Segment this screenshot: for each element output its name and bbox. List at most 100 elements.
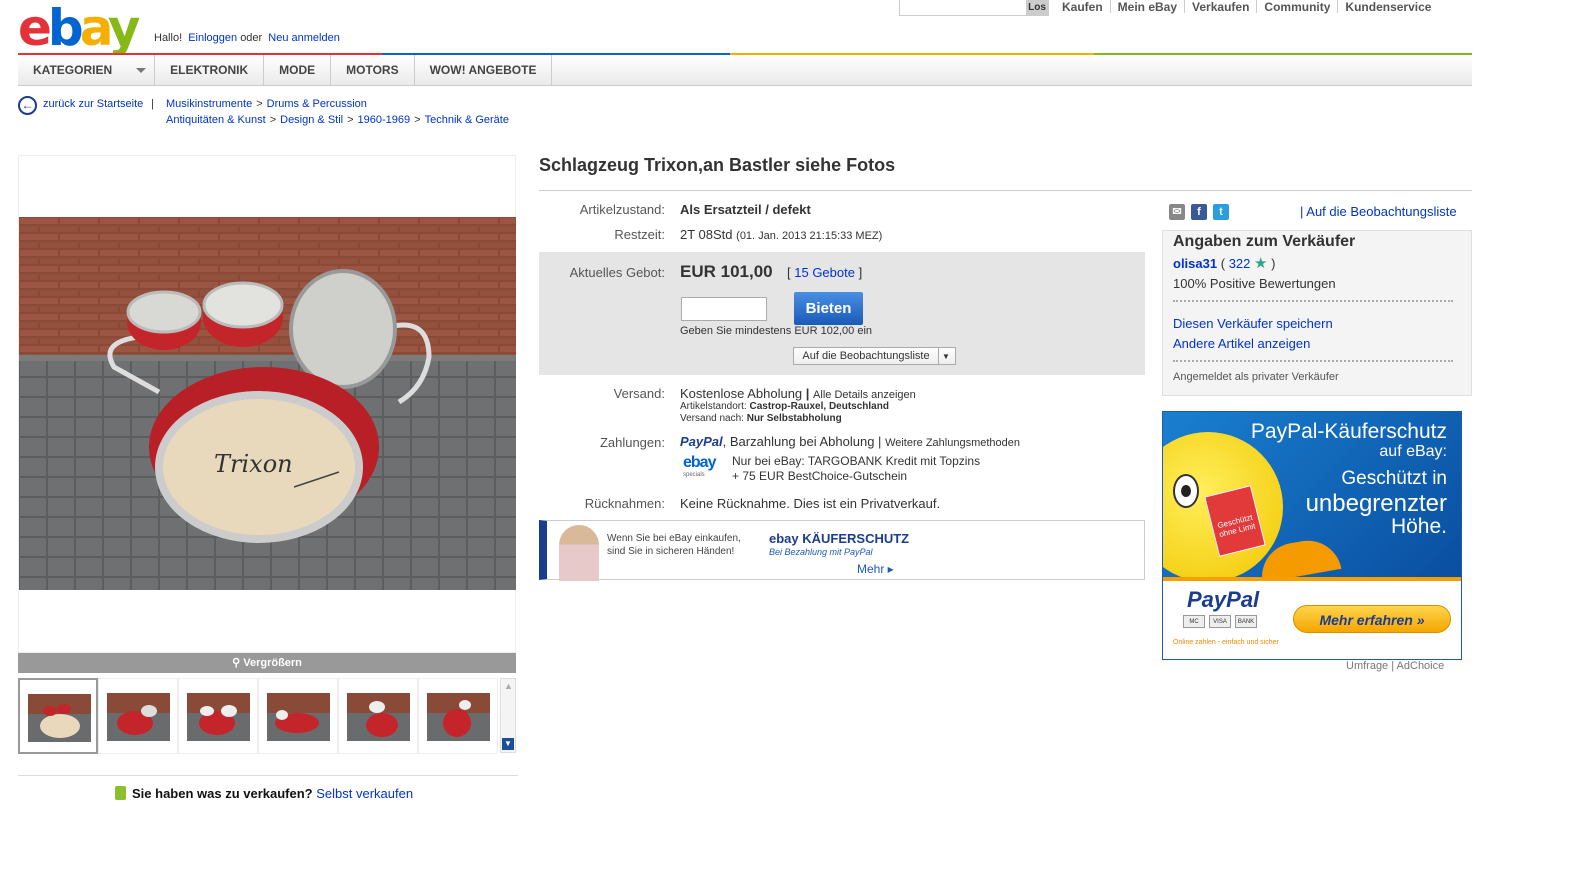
end-time: (01. Jan. 2013 21:15:33 MEZ) xyxy=(736,230,883,242)
main-product-image[interactable]: Trixon xyxy=(19,217,516,590)
watchlist-link[interactable]: | Auf die Beobachtungsliste xyxy=(1300,204,1457,219)
nav-community[interactable]: Community xyxy=(1256,0,1337,14)
payment-text: , Barzahlung bei Abholung | xyxy=(722,434,882,449)
crumb-technik[interactable]: Technik & Geräte xyxy=(425,114,509,126)
bid-count-link[interactable]: 15 Gebote xyxy=(794,265,855,280)
category-elektronik[interactable]: ELEKTRONIK xyxy=(155,55,265,85)
ebay-specials-sub: specials xyxy=(683,472,705,478)
time-left: 2T 08Std xyxy=(680,227,733,242)
nav-mein-ebay[interactable]: Mein eBay xyxy=(1109,0,1184,14)
ships-to-value: Nur Selbstabholung xyxy=(746,413,842,424)
enlarge-button[interactable]: ⚲ Vergrößern xyxy=(18,653,516,673)
thumbnail[interactable] xyxy=(18,678,98,754)
other-items-link[interactable]: Andere Artikel anzeigen xyxy=(1173,336,1310,351)
crumb-1960-1969[interactable]: 1960-1969 xyxy=(358,114,411,126)
breadcrumb-separator: | xyxy=(151,98,154,110)
bid-count: [ 15 Gebote ] xyxy=(787,265,862,280)
paypal-logo: PayPal xyxy=(680,434,723,449)
thumbnail[interactable] xyxy=(338,678,418,754)
location-value: Castrop-Rauxel, Deutschland xyxy=(749,401,889,412)
thumbnail[interactable] xyxy=(418,678,498,754)
crumb-design[interactable]: Design & Stil xyxy=(280,114,343,126)
seller-type: Angemeldet als privater Verkäufer xyxy=(1173,371,1339,383)
visa-icon: VISA xyxy=(1209,615,1231,628)
feedback-score-link[interactable]: 322 xyxy=(1229,256,1251,271)
crumb-musikinstrumente[interactable]: Musikinstrumente xyxy=(166,98,252,110)
ad-claim-2: unbegrenzter xyxy=(1305,490,1447,517)
top-nav: Kaufen Mein eBay Verkaufen Community Kun… xyxy=(1055,0,1438,16)
share-icons: ✉ f t xyxy=(1169,204,1229,220)
crumb-arrow: > xyxy=(256,98,263,110)
category-mode[interactable]: MODE xyxy=(264,55,332,85)
search-input[interactable]: Los xyxy=(899,0,1049,16)
breadcrumb: Antiquitäten & Kunst > Design & Stil >1960-… xyxy=(166,114,509,126)
mastercard-icon: MC xyxy=(1183,615,1205,628)
email-icon[interactable]: ✉ xyxy=(1169,204,1185,220)
seller-name-link[interactable]: olisa31 xyxy=(1173,256,1217,271)
greeting-text: Hallo! xyxy=(154,32,183,44)
search-button[interactable]: Los xyxy=(1026,0,1048,15)
divider xyxy=(539,190,1472,191)
ad-feedback-links[interactable]: Umfrage | AdChoice xyxy=(1346,660,1444,672)
shipping-separator: | xyxy=(805,386,810,401)
star-icon: ★ xyxy=(1254,255,1268,272)
back-to-home-link[interactable]: zurück zur Startseite xyxy=(43,98,143,110)
back-arrow-icon[interactable]: ← xyxy=(18,96,37,115)
watchlist-label: Auf die Beobachtungsliste xyxy=(794,348,939,364)
thumbnail[interactable] xyxy=(258,678,338,754)
enlarge-label: Vergrößern xyxy=(243,657,302,669)
save-seller-link[interactable]: Diesen Verkäufer speichern xyxy=(1173,316,1333,331)
divider xyxy=(1173,360,1453,362)
breadcrumb: Musikinstrumente > Drums & Percussion xyxy=(166,98,367,110)
crumb-drums[interactable]: Drums & Percussion xyxy=(267,98,367,110)
login-link[interactable]: Einloggen xyxy=(188,32,237,44)
thumbnail[interactable] xyxy=(98,678,178,754)
nav-verkaufen[interactable]: Verkaufen xyxy=(1184,0,1256,14)
shipping-text: Kostenlose Abholung xyxy=(680,386,803,401)
chevron-down-icon[interactable]: ▼ xyxy=(939,349,953,365)
payment-methods-link[interactable]: Weitere Zahlungsmethoden xyxy=(885,437,1020,449)
nav-kundenservice[interactable]: Kundenservice xyxy=(1337,0,1438,14)
or-text: oder xyxy=(240,32,263,44)
crumb-antiquitaeten[interactable]: Antiquitäten & Kunst xyxy=(166,114,266,126)
drum-brand-text: Trixon xyxy=(214,450,293,478)
twitter-icon[interactable]: t xyxy=(1213,204,1229,220)
nav-kaufen[interactable]: Kaufen xyxy=(1055,0,1110,14)
scroll-up-icon[interactable]: ▲ xyxy=(503,681,514,692)
bid-button[interactable]: Bieten xyxy=(794,292,863,325)
buyer-protection-banner[interactable]: Wenn Sie bei eBay einkaufen, sind Sie in… xyxy=(539,520,1145,581)
more-link[interactable]: Mehr ▸ xyxy=(857,562,894,576)
facebook-icon[interactable]: f xyxy=(1191,204,1207,220)
targobank-promo-link[interactable]: Nur bei eBay: TARGOBANK Kredit mit Topzi… xyxy=(732,454,980,468)
bank-icon: BANK xyxy=(1235,615,1257,628)
thumbnail-strip xyxy=(18,678,498,754)
category-motors[interactable]: MOTORS xyxy=(331,55,415,85)
bid-amount-input[interactable] xyxy=(681,297,767,321)
shipping-details-link[interactable]: Alle Details anzeigen xyxy=(813,389,916,401)
ebay-specials-logo: ebay specials xyxy=(683,454,729,480)
learn-more-button[interactable]: Mehr erfahren » xyxy=(1293,605,1451,633)
sell-tag-icon xyxy=(115,786,126,800)
ad-footer-panel: PayPal MC VISA BANK Online zahlen - einf… xyxy=(1163,581,1461,659)
scroll-down-icon[interactable]: ▼ xyxy=(502,738,514,750)
chevron-down-icon[interactable] xyxy=(127,55,156,85)
thumbnail[interactable] xyxy=(178,678,258,754)
condition-value: Als Ersatzteil / defekt xyxy=(680,202,811,217)
category-wow-angebote[interactable]: WOW! ANGEBOTE xyxy=(415,55,553,85)
ebay-specials-mark: ebay xyxy=(683,454,716,471)
time-left-label: Restzeit: xyxy=(614,227,665,242)
category-nav: KATEGORIEN ELEKTRONIK MODE MOTORS WOW! A… xyxy=(18,55,1472,86)
watchlist-button[interactable]: Auf die Beobachtungsliste ▼ xyxy=(793,347,956,365)
score-open: ( xyxy=(1220,256,1226,271)
categories-menu[interactable]: KATEGORIEN xyxy=(18,55,127,85)
ad-subheadline: auf eBay: xyxy=(1379,443,1447,460)
ebay-logo[interactable]: ebay xyxy=(18,2,140,54)
time-left-value: 2T 08Std (01. Jan. 2013 21:15:33 MEZ) xyxy=(680,227,882,242)
paypal-ad[interactable]: Geschützt ohne Limit PayPal-Käuferschutz… xyxy=(1162,411,1462,660)
sell-prompt: Sie haben was zu verkaufen? Selbst verka… xyxy=(115,786,413,801)
bid-hint: Geben Sie mindestens EUR 102,00 ein xyxy=(680,325,873,337)
thumbnail-scrollbar[interactable]: ▲ ▼ xyxy=(500,678,516,753)
sell-link[interactable]: Selbst verkaufen xyxy=(316,786,413,801)
register-link[interactable]: Neu anmelden xyxy=(268,32,340,44)
score-close: ) xyxy=(1271,256,1276,271)
